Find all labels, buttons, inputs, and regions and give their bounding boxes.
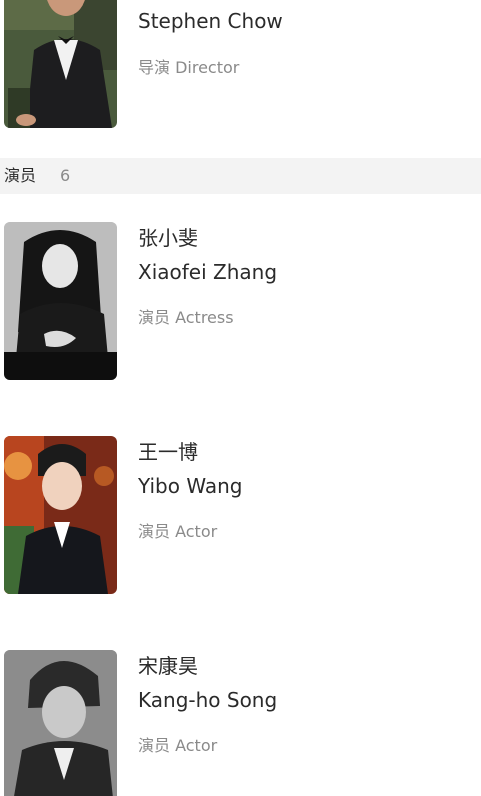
director-role: 导演 Director xyxy=(138,58,240,77)
cast-name-en: Yibo Wang xyxy=(138,474,243,498)
cast-crew-screen: Stephen Chow 导演 Director 演员 6 张小斐 Xiaofe… xyxy=(0,0,481,796)
director-name: Stephen Chow xyxy=(138,9,283,33)
cast-photo-xiaofei-zhang[interactable] xyxy=(4,222,117,380)
director-photo[interactable] xyxy=(4,0,117,128)
cast-photo-kang-ho-song[interactable] xyxy=(4,650,117,796)
cast-item[interactable]: 王一博 Yibo Wang 演员 Actor xyxy=(0,434,481,594)
cast-name-cn: 王一博 xyxy=(138,440,198,464)
cast-name-cn: 宋康昊 xyxy=(138,654,198,678)
cast-name-en: Kang-ho Song xyxy=(138,688,278,712)
cast-role: 演员 Actor xyxy=(138,522,218,541)
cast-section-header: 演员 6 xyxy=(0,158,481,194)
section-count: 6 xyxy=(60,166,71,185)
cast-item[interactable]: 张小斐 Xiaofei Zhang 演员 Actress xyxy=(0,220,481,380)
cast-photo-yibo-wang[interactable] xyxy=(4,436,117,594)
cast-name-cn: 张小斐 xyxy=(138,226,198,250)
cast-role: 演员 Actor xyxy=(138,736,218,755)
director-item[interactable]: Stephen Chow 导演 Director xyxy=(0,0,481,130)
cast-item[interactable]: 宋康昊 Kang-ho Song 演员 Actor xyxy=(0,648,481,796)
cast-name-en: Xiaofei Zhang xyxy=(138,260,278,284)
section-title: 演员 xyxy=(4,166,37,185)
cast-role: 演员 Actress xyxy=(138,308,234,327)
